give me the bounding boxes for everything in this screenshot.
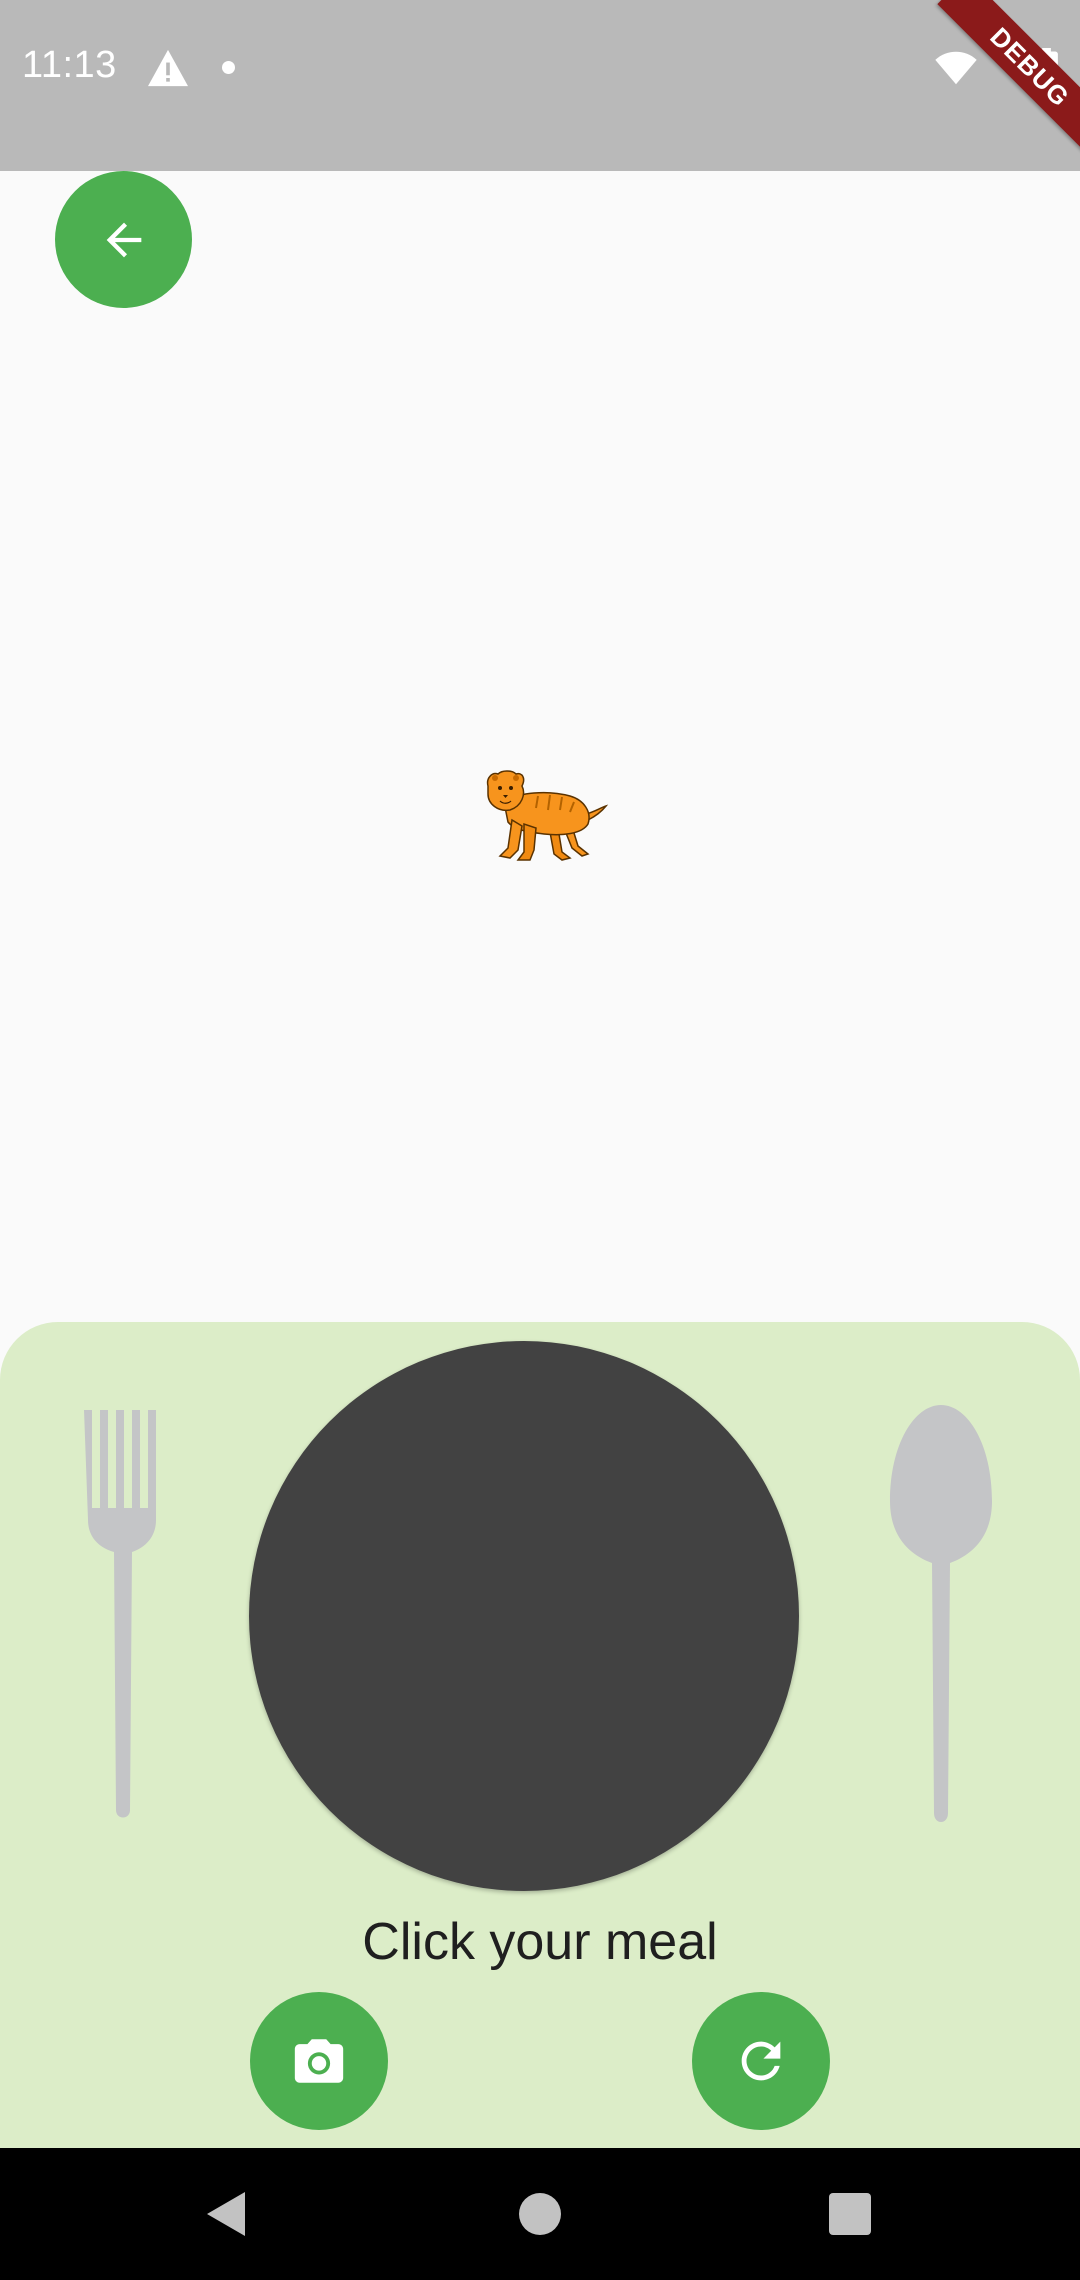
fork-icon xyxy=(84,1410,156,1818)
plate[interactable] xyxy=(249,1341,799,1891)
spoon-icon xyxy=(890,1405,992,1822)
refresh-button[interactable] xyxy=(692,1992,830,2130)
recents-square-icon[interactable] xyxy=(829,2193,871,2235)
home-circle-icon[interactable] xyxy=(519,2193,561,2235)
refresh-icon xyxy=(741,2041,781,2081)
notification-dot-icon xyxy=(222,61,235,74)
back-triangle-icon[interactable] xyxy=(203,2190,249,2238)
wifi-icon xyxy=(935,51,977,85)
status-bar: 11:13 xyxy=(0,0,1080,171)
camera-button[interactable] xyxy=(250,1992,388,2130)
back-button[interactable] xyxy=(55,171,192,308)
warning-icon xyxy=(148,49,188,87)
status-time: 11:13 xyxy=(22,44,117,86)
arrow-back-icon xyxy=(106,222,141,257)
tiger-icon xyxy=(486,770,609,861)
meal-prompt: Click your meal xyxy=(362,1913,718,1971)
camera-icon xyxy=(294,2039,344,2083)
